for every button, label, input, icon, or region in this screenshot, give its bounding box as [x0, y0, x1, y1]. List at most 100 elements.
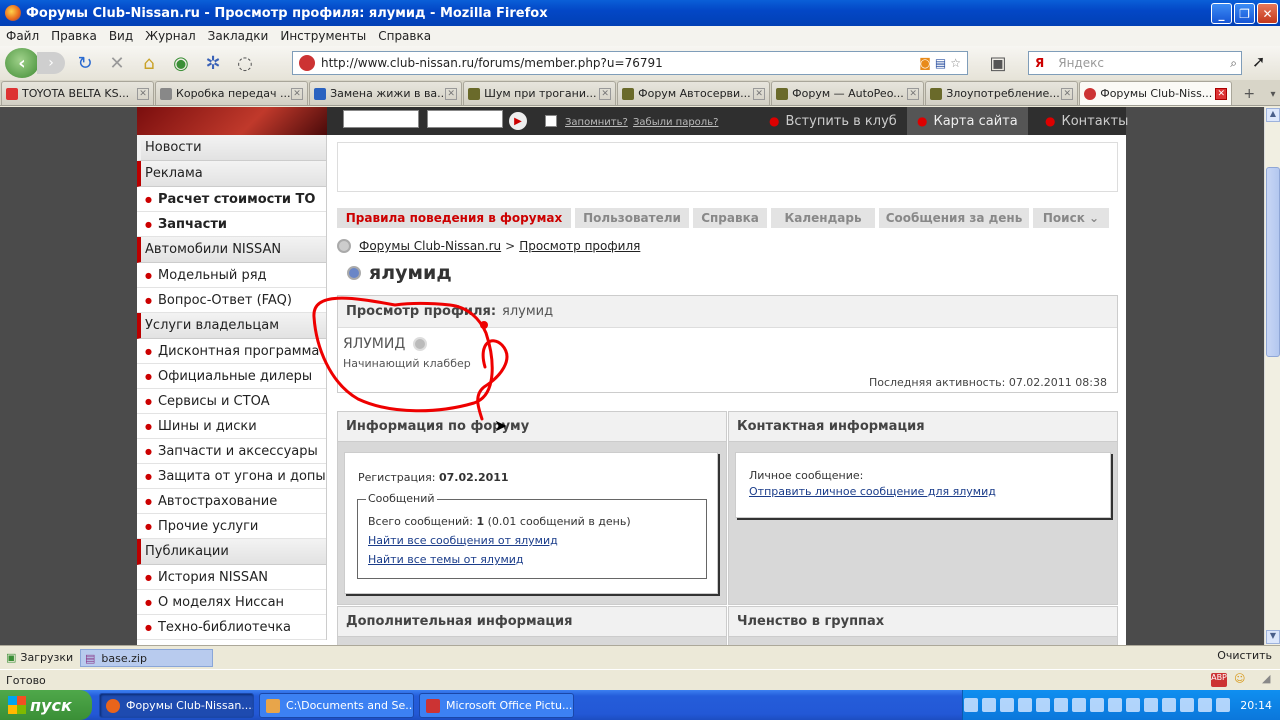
join-club-link[interactable]: ● Вступить в клуб: [759, 107, 907, 135]
tab-gearbox[interactable]: Коробка передач ... ✕: [155, 81, 309, 105]
new-tab-icon[interactable]: +: [1238, 83, 1260, 105]
login-username-input[interactable]: [343, 110, 419, 128]
tab-close-icon[interactable]: ✕: [599, 87, 612, 100]
find-threads-link[interactable]: Найти все темы от ялумид: [368, 553, 524, 566]
sidebar-link[interactable]: ● Автострахование: [137, 489, 326, 514]
minimize-button[interactable]: _: [1211, 3, 1232, 24]
addon-icon[interactable]: ◉: [169, 51, 193, 75]
home-icon[interactable]: ⌂: [137, 51, 161, 75]
menu-bookmarks[interactable]: Закладки: [202, 29, 275, 43]
forward-button[interactable]: ›: [37, 52, 65, 74]
tab-close-icon[interactable]: ✕: [1215, 87, 1228, 100]
search-icon[interactable]: ⌕: [1230, 56, 1237, 71]
send-pm-link[interactable]: Отправить личное сообщение для ялумид: [749, 485, 996, 498]
tray-icon[interactable]: [1018, 698, 1033, 712]
menu-edit[interactable]: Правка: [45, 29, 103, 43]
tab-close-icon[interactable]: ✕: [753, 87, 766, 100]
site-map-link[interactable]: ● Карта сайта: [907, 107, 1028, 135]
maximize-button[interactable]: ❐: [1234, 3, 1255, 24]
bookmark-star-icon[interactable]: ☆: [950, 56, 961, 70]
taskbar-item-picture-manager[interactable]: Microsoft Office Pictu...: [419, 693, 574, 718]
tab-close-icon[interactable]: ✕: [1061, 87, 1074, 100]
downloads-button[interactable]: ▣ Загрузки: [0, 649, 79, 667]
remember-label[interactable]: Запомнить?: [565, 117, 628, 128]
sidebar-link[interactable]: ● Запчасти и аксессуары: [137, 439, 326, 464]
tab-list-icon[interactable]: ▾: [1266, 83, 1280, 105]
tab-abuse[interactable]: Злоупотребление... ✕: [925, 81, 1079, 105]
screenshot-icon[interactable]: ▣: [986, 51, 1010, 75]
reload-icon[interactable]: ↻: [73, 51, 97, 75]
rss-icon[interactable]: ◙: [919, 56, 931, 70]
tray-icon[interactable]: [982, 698, 997, 712]
sidebar-link[interactable]: ● Вопрос-Ответ (FAQ): [137, 288, 326, 313]
sidebar-link[interactable]: ● Техно-библиотечка: [137, 615, 326, 640]
sidebar-section-header[interactable]: Реклама: [137, 161, 326, 187]
clear-downloads-button[interactable]: Очистить: [1217, 649, 1272, 662]
sidebar-link[interactable]: ● Защита от угона и допы: [137, 464, 326, 489]
tab-close-icon[interactable]: ✕: [137, 87, 150, 100]
start-button[interactable]: пуск: [0, 690, 92, 720]
sidebar-link[interactable]: ● История NISSAN: [137, 565, 326, 590]
addon-face-icon[interactable]: ☺: [1234, 672, 1245, 685]
sidebar-link[interactable]: ● О моделях Ниссан: [137, 590, 326, 615]
tray-icon[interactable]: [1180, 698, 1195, 712]
close-button[interactable]: ✕: [1257, 3, 1278, 24]
forgot-password-link[interactable]: Забыли пароль?: [633, 117, 718, 128]
vertical-scrollbar[interactable]: ▲ ▼: [1264, 107, 1280, 645]
tray-icon[interactable]: [1090, 698, 1105, 712]
sidebar-section-header[interactable]: Услуги владельцам: [137, 313, 326, 339]
volume-icon[interactable]: [1054, 698, 1069, 712]
sidebar-link[interactable]: ● Дисконтная программа: [137, 339, 326, 364]
tab-club-nissan[interactable]: Форумы Club-Niss... ✕: [1079, 81, 1233, 105]
tab-noise[interactable]: Шум при трогани... ✕: [463, 81, 617, 105]
menu-file[interactable]: Файл: [0, 29, 45, 43]
bluetooth-icon[interactable]: [1108, 698, 1123, 712]
menu-view[interactable]: Вид: [103, 29, 139, 43]
contacts-link[interactable]: ● Контакты: [1035, 107, 1138, 135]
tab-fluid[interactable]: Замена жижи в ва... ✕: [309, 81, 463, 105]
tray-icon[interactable]: [1162, 698, 1177, 712]
tab-autoservice[interactable]: Форум Автосерви... ✕: [617, 81, 771, 105]
sidebar-link[interactable]: ● Запчасти: [137, 212, 326, 237]
sidebar-link[interactable]: ● Официальные дилеры: [137, 364, 326, 389]
tab-autopeople[interactable]: Форум — AutoPeo... ✕: [771, 81, 925, 105]
resize-grip-icon[interactable]: ◢: [1262, 672, 1270, 685]
url-bar[interactable]: http://www.club-nissan.ru/forums/member.…: [292, 51, 968, 75]
tab-help[interactable]: Справка: [693, 208, 767, 228]
login-go-icon[interactable]: ▶: [509, 112, 527, 130]
find-posts-link[interactable]: Найти все сообщения от ялумид: [368, 534, 558, 547]
search-input[interactable]: Я Яндекс ⌕: [1028, 51, 1242, 75]
tab-users[interactable]: Пользователи: [575, 208, 689, 228]
tray-icon[interactable]: [1036, 698, 1051, 712]
tray-icon[interactable]: [964, 698, 979, 712]
tab-rules[interactable]: Правила поведения в форумах: [337, 208, 571, 228]
tray-icon[interactable]: [1144, 698, 1159, 712]
tab-search[interactable]: Поиск ⌄: [1033, 208, 1109, 228]
tab-close-icon[interactable]: ✕: [445, 87, 458, 100]
tray-icon[interactable]: [1198, 698, 1213, 712]
breadcrumb-current-link[interactable]: Просмотр профиля: [519, 239, 640, 253]
tab-today-posts[interactable]: Сообщения за день: [879, 208, 1029, 228]
tab-toyota[interactable]: TOYOTA BELTA KS... ✕: [1, 81, 155, 105]
scroll-thumb[interactable]: [1266, 167, 1280, 357]
tab-calendar[interactable]: Календарь: [771, 208, 875, 228]
breadcrumb-root-link[interactable]: Форумы Club-Nissan.ru: [359, 239, 501, 253]
taskbar-item-firefox[interactable]: Форумы Club-Nissan....: [99, 693, 254, 718]
tab-close-icon[interactable]: ✕: [907, 87, 920, 100]
menu-tools[interactable]: Инструменты: [274, 29, 372, 43]
adblock-icon[interactable]: ABP: [1211, 673, 1227, 687]
sidebar-link[interactable]: ● Прочие услуги: [137, 514, 326, 539]
sidebar-section-header[interactable]: Публикации: [137, 539, 326, 565]
sidebar-section-header[interactable]: Новости: [137, 135, 326, 161]
menu-help[interactable]: Справка: [372, 29, 437, 43]
sidebar-link[interactable]: ● Расчет стоимости ТО: [137, 187, 326, 212]
back-button[interactable]: ‹: [5, 48, 39, 78]
scroll-down-icon[interactable]: ▼: [1266, 630, 1280, 644]
tray-icon[interactable]: [1000, 698, 1015, 712]
sidebar-link[interactable]: ● Сервисы и СТОА: [137, 389, 326, 414]
remember-checkbox[interactable]: [545, 115, 557, 127]
sidebar-section-header[interactable]: Автомобили NISSAN: [137, 237, 326, 263]
tray-icon[interactable]: [1216, 698, 1231, 712]
login-password-input[interactable]: [427, 110, 503, 128]
network-icon[interactable]: [1126, 698, 1141, 712]
